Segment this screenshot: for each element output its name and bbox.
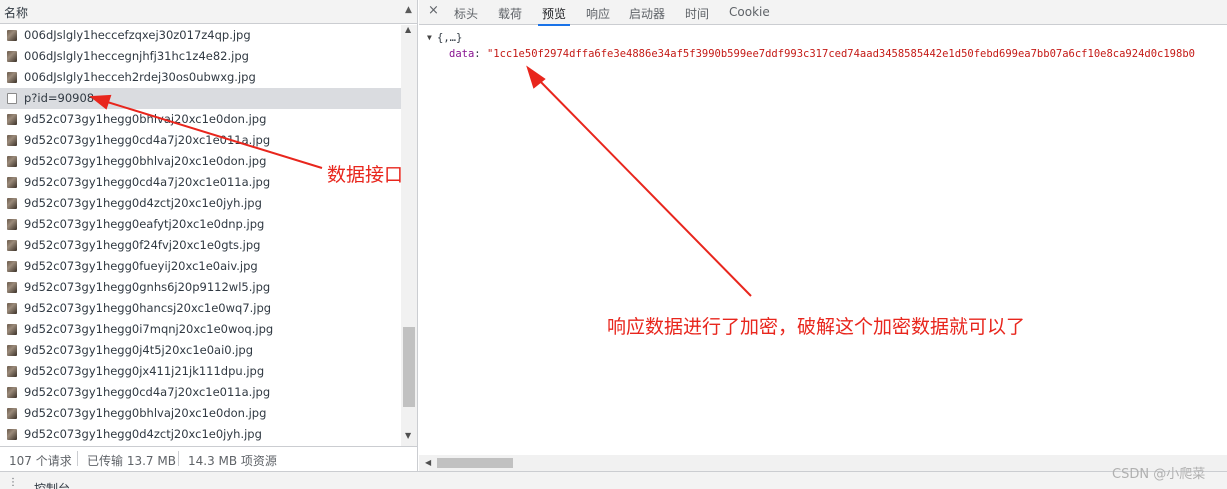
tab-preview[interactable]: 预览: [537, 5, 571, 26]
tab-console[interactable]: 控制台: [34, 480, 70, 489]
json-data-line: data: "1cc1e50f2974dffa6fe3e4886e34af5f3…: [449, 48, 1195, 60]
tab-payload[interactable]: 载荷: [498, 5, 522, 22]
status-divider: [178, 451, 179, 466]
document-icon: [7, 93, 17, 104]
request-name: 9d52c073gy1hegg0i7mqnj20xc1e0woq.jpg: [24, 322, 274, 336]
scroll-up-arrow-icon[interactable]: ▲: [405, 25, 411, 34]
request-row[interactable]: 9d52c073gy1hegg0cd4a7j20xc1e011a.jpg: [0, 382, 401, 403]
json-string-value: "1cc1e50f2974dffa6fe3e4886e34af5f3990b59…: [486, 48, 1195, 60]
image-thumbnail-icon: [7, 156, 17, 167]
image-thumbnail-icon: [7, 198, 17, 209]
console-drawer: ⋮ 控制台: [0, 471, 1227, 489]
image-thumbnail-icon: [7, 72, 17, 83]
request-row[interactable]: 9d52c073gy1hegg0jx411j21jk111dpu.jpg: [0, 361, 401, 382]
network-status-bar: 107 个请求 已传输 13.7 MB 14.3 MB 项资源: [0, 446, 417, 471]
request-row[interactable]: 006dJslgly1heccefzqxej30z017z4qp.jpg: [0, 25, 401, 46]
image-thumbnail-icon: [7, 114, 17, 125]
request-row[interactable]: 9d52c073gy1hegg0d4zctj20xc1e0jyh.jpg: [0, 193, 401, 214]
transferred-size: 已传输 13.7 MB: [87, 454, 176, 468]
tab-cookies[interactable]: Cookie: [729, 5, 770, 19]
request-name: 9d52c073gy1hegg0cd4a7j20xc1e011a.jpg: [24, 175, 271, 189]
image-thumbnail-icon: [7, 429, 17, 440]
tab-headers[interactable]: 标头: [454, 5, 478, 22]
request-name: 9d52c073gy1hegg0eafytj20xc1e0dnp.jpg: [24, 217, 265, 231]
image-thumbnail-icon: [7, 387, 17, 398]
request-row[interactable]: 9d52c073gy1hegg0eafytj20xc1e0dnp.jpg: [0, 214, 401, 235]
request-name: 006dJslgly1heccefzqxej30z017z4qp.jpg: [24, 28, 251, 42]
scroll-left-arrow-icon[interactable]: ◀: [425, 458, 431, 467]
image-thumbnail-icon: [7, 324, 17, 335]
image-thumbnail-icon: [7, 366, 17, 377]
close-icon[interactable]: ×: [428, 3, 439, 18]
api-annotation-label: 数据接口: [327, 164, 404, 186]
request-name: 9d52c073gy1hegg0bhlvaj20xc1e0don.jpg: [24, 154, 267, 168]
vertical-scroll-thumb[interactable]: [403, 327, 415, 407]
request-name: 9d52c073gy1hegg0jx411j21jk111dpu.jpg: [24, 364, 265, 378]
image-thumbnail-icon: [7, 261, 17, 272]
request-name: 9d52c073gy1hegg0cd4a7j20xc1e011a.jpg: [24, 133, 271, 147]
preview-horizontal-scrollbar[interactable]: ◀: [419, 455, 1227, 471]
drawer-menu-icon[interactable]: ⋮: [8, 477, 18, 488]
status-divider: [77, 451, 78, 466]
image-thumbnail-icon: [7, 240, 17, 251]
image-thumbnail-icon: [7, 51, 17, 62]
request-row[interactable]: 9d52c073gy1hegg0hancsj20xc1e0wq7.jpg: [0, 298, 401, 319]
column-name-title[interactable]: 名称: [4, 4, 28, 21]
image-thumbnail-icon: [7, 408, 17, 419]
horizontal-scroll-thumb[interactable]: [437, 458, 513, 468]
details-tab-bar: × 标头 载荷 预览 响应 启动器 时间 Cookie: [419, 0, 1227, 26]
request-name: 9d52c073gy1hegg0bhlvaj20xc1e0don.jpg: [24, 112, 267, 126]
request-row[interactable]: 006dJslgly1heccegnjhfj31hc1z4e82.jpg: [0, 46, 401, 67]
scroll-down-arrow-icon[interactable]: ▼: [405, 431, 411, 440]
response-annotation-label: 响应数据进行了加密，破解这个加密数据就可以了: [607, 316, 1026, 338]
image-thumbnail-icon: [7, 303, 17, 314]
image-thumbnail-icon: [7, 345, 17, 356]
request-row-selected[interactable]: p?id=90908: [0, 88, 401, 109]
request-name: p?id=90908: [24, 91, 95, 105]
request-name: 006dJslgly1hecceh2rdej30os0ubwxg.jpg: [24, 70, 256, 84]
request-name: 9d52c073gy1hegg0fueyij20xc1e0aiv.jpg: [24, 259, 258, 273]
expand-triangle-icon[interactable]: ▼: [427, 33, 432, 42]
request-row[interactable]: 9d52c073gy1hegg0gnhs6j20p9112wl5.jpg: [0, 277, 401, 298]
request-name: 9d52c073gy1hegg0cd4a7j20xc1e011a.jpg: [24, 385, 271, 399]
image-thumbnail-icon: [7, 30, 17, 41]
json-object-summary[interactable]: {,…}: [437, 32, 462, 44]
request-name: 9d52c073gy1hegg0gnhs6j20p9112wl5.jpg: [24, 280, 271, 294]
request-name: 9d52c073gy1hegg0j4t5j20xc1e0ai0.jpg: [24, 343, 254, 357]
request-list-header[interactable]: 名称 ▲: [0, 0, 417, 24]
request-row[interactable]: 9d52c073gy1hegg0bhlvaj20xc1e0don.jpg: [0, 403, 401, 424]
request-name: 9d52c073gy1hegg0bhlvaj20xc1e0don.jpg: [24, 406, 267, 420]
image-thumbnail-icon: [7, 219, 17, 230]
request-list-vertical-scrollbar[interactable]: ▲ ▼: [401, 25, 417, 446]
request-name: 9d52c073gy1hegg0d4zctj20xc1e0jyh.jpg: [24, 427, 262, 441]
request-details-panel: × 标头 载荷 预览 响应 启动器 时间 Cookie ▼ {,…} data:…: [419, 0, 1227, 471]
tab-response[interactable]: 响应: [586, 5, 610, 22]
json-colon: :: [474, 48, 487, 60]
request-row[interactable]: 9d52c073gy1hegg0d4zctj20xc1e0jyh.jpg: [0, 424, 401, 445]
request-name: 9d52c073gy1hegg0f24fvj20xc1e0gts.jpg: [24, 238, 261, 252]
request-row[interactable]: 006dJslgly1hecceh2rdej30os0ubwxg.jpg: [0, 67, 401, 88]
json-key: data: [449, 48, 475, 60]
request-row[interactable]: 9d52c073gy1hegg0i7mqnj20xc1e0woq.jpg: [0, 319, 401, 340]
sort-ascending-icon[interactable]: ▲: [405, 5, 412, 15]
request-name: 9d52c073gy1hegg0hancsj20xc1e0wq7.jpg: [24, 301, 272, 315]
request-row[interactable]: 9d52c073gy1hegg0j4t5j20xc1e0ai0.jpg: [0, 340, 401, 361]
tab-initiator[interactable]: 启动器: [629, 5, 665, 22]
image-thumbnail-icon: [7, 282, 17, 293]
request-list-body: 006dJslgly1heccefzqxej30z017z4qp.jpg 006d…: [0, 25, 401, 446]
image-thumbnail-icon: [7, 177, 17, 188]
request-name: 9d52c073gy1hegg0d4zctj20xc1e0jyh.jpg: [24, 196, 262, 210]
request-list-panel: 名称 ▲ 006dJslgly1heccefzqxej30z017z4qp.jp…: [0, 0, 418, 471]
request-row[interactable]: 9d52c073gy1hegg0f24fvj20xc1e0gts.jpg: [0, 235, 401, 256]
watermark: CSDN @小爬菜: [1112, 467, 1206, 482]
image-thumbnail-icon: [7, 135, 17, 146]
request-name: 006dJslgly1heccegnjhfj31hc1z4e82.jpg: [24, 49, 249, 63]
request-row[interactable]: 9d52c073gy1hegg0cd4a7j20xc1e011a.jpg: [0, 130, 401, 151]
request-row[interactable]: 9d52c073gy1hegg0fueyij20xc1e0aiv.jpg: [0, 256, 401, 277]
request-count: 107 个请求: [9, 454, 72, 468]
resources-size: 14.3 MB 项资源: [188, 454, 277, 468]
tab-timing[interactable]: 时间: [685, 5, 709, 22]
request-row[interactable]: 9d52c073gy1hegg0bhlvaj20xc1e0don.jpg: [0, 109, 401, 130]
